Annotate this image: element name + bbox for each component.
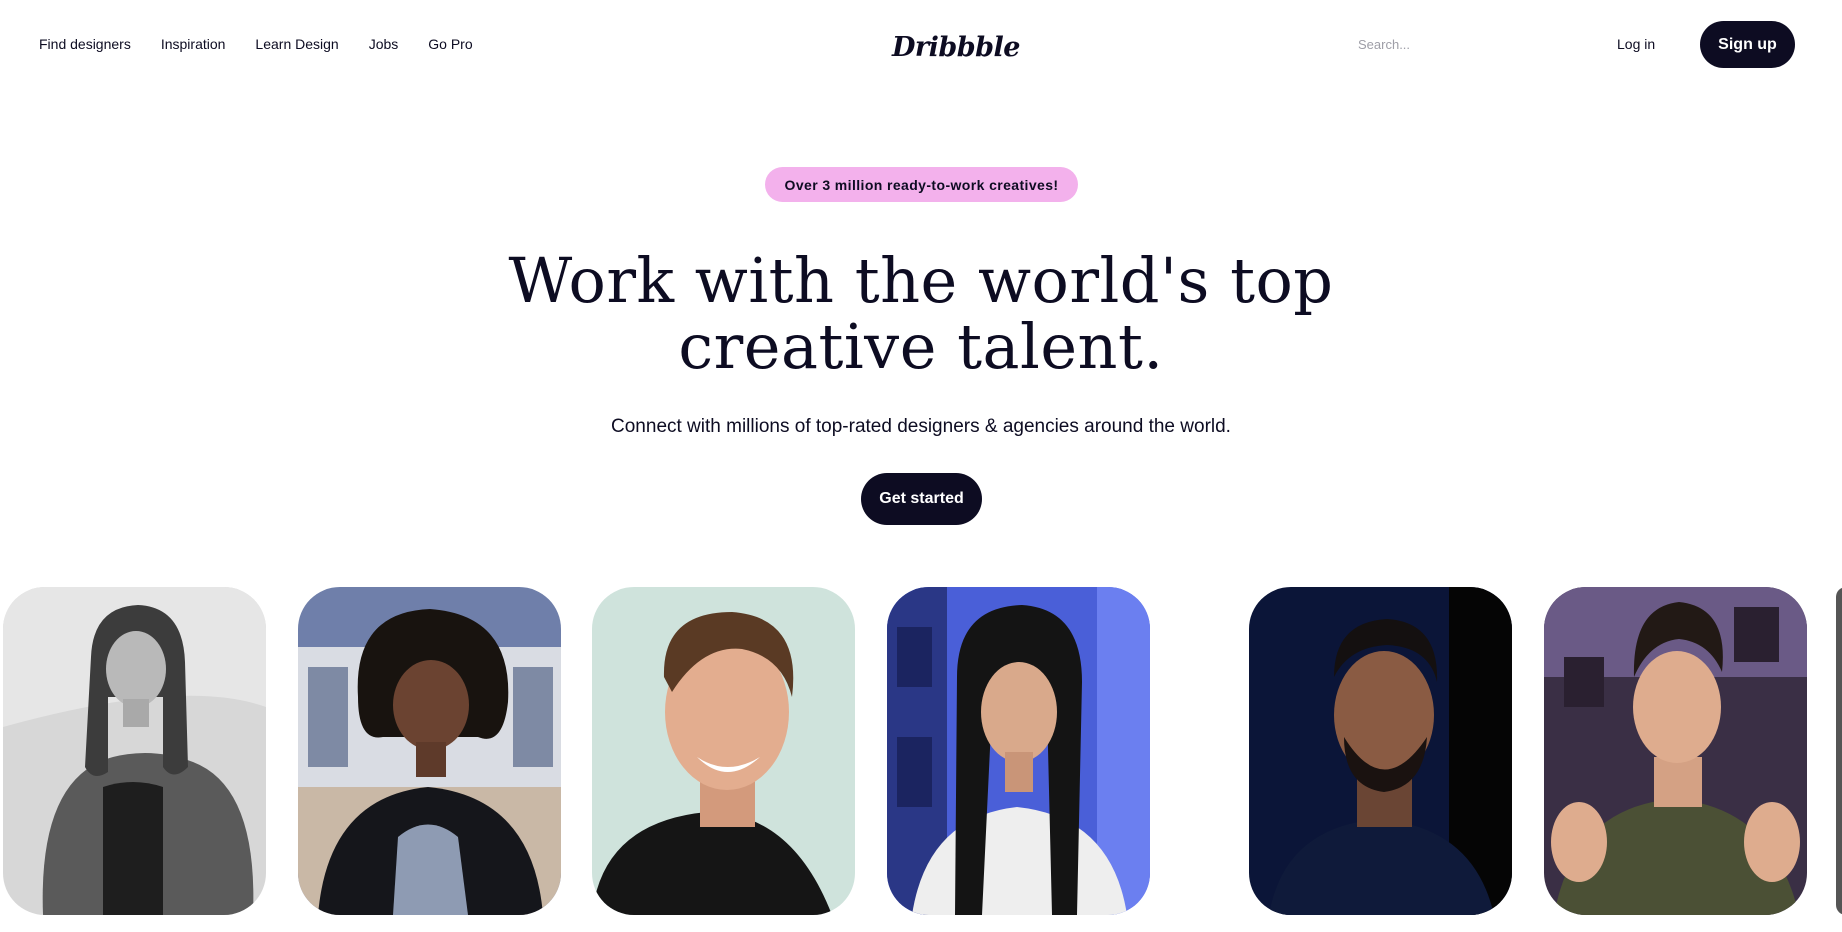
designer-portrait-5 bbox=[1249, 587, 1512, 915]
designer-portrait-4 bbox=[887, 587, 1150, 915]
designer-card-4[interactable] bbox=[887, 587, 1150, 915]
designer-portrait-3 bbox=[592, 587, 855, 915]
nav-go-pro[interactable]: Go Pro bbox=[428, 36, 472, 53]
nav-inspiration[interactable]: Inspiration bbox=[161, 36, 226, 53]
designer-card-6[interactable] bbox=[1544, 587, 1807, 915]
nav-find-designers[interactable]: Find designers bbox=[39, 36, 131, 53]
nav-learn-design[interactable]: Learn Design bbox=[255, 36, 338, 53]
designer-portrait-6 bbox=[1544, 587, 1807, 915]
login-link[interactable]: Log in bbox=[1617, 36, 1655, 52]
top-navigation: Find designers Inspiration Learn Design … bbox=[0, 0, 1842, 90]
hero-headline: Work with the world's top creative talen… bbox=[421, 248, 1421, 380]
headline-line-2: creative talent. bbox=[678, 310, 1164, 383]
dribbble-logo[interactable]: Dribbble bbox=[892, 32, 1020, 64]
signup-button[interactable]: Sign up bbox=[1700, 21, 1795, 68]
next-card-edge bbox=[1836, 587, 1842, 915]
hero-badge: Over 3 million ready-to-work creatives! bbox=[765, 167, 1078, 202]
primary-nav: Find designers Inspiration Learn Design … bbox=[39, 36, 473, 53]
designer-card-3[interactable] bbox=[592, 587, 855, 915]
search-box bbox=[1358, 36, 1558, 56]
get-started-button[interactable]: Get started bbox=[861, 473, 982, 525]
search-input[interactable] bbox=[1358, 37, 1558, 52]
designer-portrait-2 bbox=[298, 587, 561, 915]
nav-jobs[interactable]: Jobs bbox=[369, 36, 399, 53]
designer-portrait-1 bbox=[3, 587, 266, 915]
designer-card-1[interactable] bbox=[3, 587, 266, 915]
hero-subtext: Connect with millions of top-rated desig… bbox=[611, 416, 1231, 437]
designer-card-5[interactable] bbox=[1249, 587, 1512, 915]
designer-card-2[interactable] bbox=[298, 587, 561, 915]
page: Find designers Inspiration Learn Design … bbox=[0, 0, 1842, 932]
headline-line-1: Work with the world's top bbox=[508, 244, 1334, 317]
